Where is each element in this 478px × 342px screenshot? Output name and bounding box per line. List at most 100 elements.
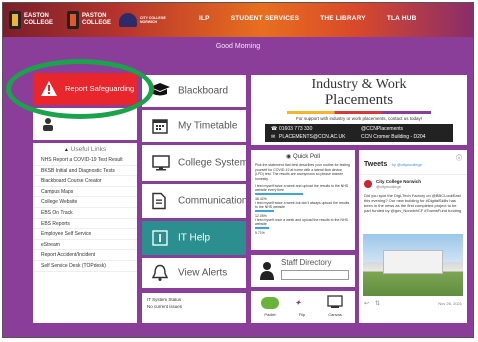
- timetable-label: My Timetable: [178, 120, 238, 132]
- reply-icon[interactable]: ↩: [364, 300, 369, 307]
- blackboard-icon: [150, 83, 170, 96]
- poll-bar: [255, 193, 303, 195]
- timetable-tile[interactable]: My Timetable: [142, 110, 246, 142]
- placements-phone: 01603 773 330: [279, 126, 313, 132]
- poll-option[interactable]: I test myself twice a week and upload th…: [255, 184, 351, 192]
- it-system-status-tile: IT System Status No current issues: [142, 293, 246, 323]
- poll-option[interactable]: I test myself twice a week but don't alw…: [255, 201, 351, 209]
- college-systems-label: College Systems: [178, 157, 246, 169]
- useful-link-item[interactable]: BKSB Initial and Diagnostic Tests: [33, 166, 137, 177]
- portal-window: EASTON COLLEGE PASTON COLLEGE CITY COLLE…: [2, 2, 474, 338]
- quick-poll-title: Quick Poll: [292, 154, 320, 160]
- city-college-logo[interactable]: CITY COLLEGE NORWICH: [119, 9, 168, 31]
- status-text: No current issues: [147, 304, 183, 309]
- blackboard-tile[interactable]: Blackboard: [142, 75, 246, 107]
- staff-directory-tile[interactable]: Staff Directory: [251, 255, 355, 287]
- logo-text: CITY COLLEGE NORWICH: [140, 16, 166, 24]
- people-icon: [43, 118, 53, 131]
- header-bar: EASTON COLLEGE PASTON COLLEGE CITY COLLE…: [3, 3, 473, 37]
- person-icon: [260, 262, 274, 280]
- nav-ilp[interactable]: ILP: [199, 15, 210, 22]
- poll-options: I test myself twice a week and upload th…: [251, 184, 355, 235]
- city-logo-icon: [119, 13, 137, 27]
- college-systems-tile[interactable]: College Systems: [142, 145, 246, 181]
- useful-link-item[interactable]: Blackboard Course Creator: [33, 176, 137, 187]
- placements-banner[interactable]: Industry & Work Placements For support w…: [251, 75, 467, 145]
- bell-icon: [152, 264, 168, 281]
- useful-link-item[interactable]: Self Service Desk (TOPdesk): [33, 261, 137, 272]
- staff-directory-label: Staff Directory: [281, 258, 332, 267]
- placements-location: CCN Cromer Building - D204: [361, 134, 426, 140]
- monitor-icon: [152, 155, 170, 171]
- info-icon[interactable]: ⓘ: [456, 153, 462, 162]
- poll-percent: 9.71%: [255, 231, 265, 235]
- report-safeguarding-tile[interactable]: Report Safeguarding: [33, 73, 137, 105]
- it-help-icon: [152, 230, 168, 246]
- cursor-icon: ▲: [63, 147, 69, 153]
- placements-tagline: For support with industry or work placem…: [295, 116, 423, 121]
- padlet-icon[interactable]: [261, 297, 279, 309]
- paston-logo-icon: [67, 11, 79, 29]
- useful-links-header: ▲ Useful Links: [33, 143, 137, 155]
- useful-links-list: NHS Report a COVID-19 Test Result BKSB In…: [33, 155, 137, 272]
- useful-link-item[interactable]: Report Accident/Incident: [33, 250, 137, 261]
- flip-icon[interactable]: ✦: [295, 299, 301, 307]
- main-nav: ILP STUDENT SERVICES THE LIBRARY TLA HUB: [199, 15, 417, 22]
- communications-tile[interactable]: Communications: [142, 184, 246, 218]
- placements-title-1: Industry & Work: [311, 77, 407, 92]
- useful-link-item[interactable]: EBS Reports: [33, 219, 137, 230]
- placements-twitter[interactable]: @CCNPlacements: [361, 126, 403, 132]
- useful-link-item[interactable]: Campus Maps: [33, 187, 137, 198]
- useful-link-item[interactable]: College Website: [33, 197, 137, 208]
- tweet-date: Nov 26, 2021: [438, 301, 462, 306]
- poll-bar: [255, 227, 270, 229]
- placements-contact-bar: ☎ 01603 773 330 ✉ PLACEMENTS@CCN.AC.UK @…: [265, 124, 453, 142]
- warning-icon: [41, 81, 57, 96]
- easton-logo-icon: [9, 11, 21, 29]
- communications-label: Communications: [178, 195, 246, 207]
- padlet-label: Padlet: [264, 312, 276, 317]
- placements-title-2: Placements: [324, 92, 394, 108]
- retweet-icon[interactable]: ⇅: [375, 300, 380, 307]
- useful-link-item[interactable]: NHS Report a COVID-19 Test Result: [33, 155, 137, 166]
- calendar-icon: [152, 119, 168, 134]
- poll-question: Pick the statement that best describes y…: [255, 163, 350, 181]
- canvas-icon[interactable]: [327, 295, 343, 309]
- staff-search-input[interactable]: [281, 270, 349, 280]
- poll-icon: ◉: [286, 154, 292, 160]
- apps-tile: Padlet ✦ Flip Canvas: [251, 291, 355, 323]
- useful-link-item[interactable]: EBS On Track: [33, 208, 137, 219]
- it-help-tile[interactable]: IT Help: [142, 221, 246, 255]
- placements-email[interactable]: PLACEMENTS@CCN.AC.UK: [279, 134, 345, 140]
- view-alerts-label: View Alerts: [178, 267, 228, 279]
- nav-the-library[interactable]: THE LIBRARY: [320, 15, 366, 22]
- tweets-panel: Tweets by @cityncollege ⓘ City College N…: [359, 150, 467, 323]
- useful-links-title: Useful Links: [70, 146, 107, 153]
- paston-college-logo[interactable]: PASTON COLLEGE: [67, 9, 112, 31]
- greeting: Good Morning: [215, 43, 261, 50]
- poll-option[interactable]: I test myself once a week and upload the…: [255, 218, 351, 226]
- status-title: IT System Status: [147, 297, 182, 302]
- phone-icon: ☎: [271, 126, 278, 132]
- nav-tla-hub[interactable]: TLA HUB: [387, 15, 417, 22]
- tweets-title: Tweets: [364, 161, 388, 168]
- avatar: [364, 180, 372, 188]
- nav-student-services[interactable]: STUDENT SERVICES: [231, 15, 299, 22]
- mail-icon: ✉: [271, 134, 276, 140]
- tweet-item[interactable]: City College Norwich @cityncollege Did y…: [359, 175, 467, 213]
- tweets-by[interactable]: by @cityncollege: [392, 162, 422, 167]
- report-safeguarding-label: Report Safeguarding: [65, 84, 135, 93]
- useful-link-item[interactable]: Employee Self Service: [33, 229, 137, 240]
- logo-text: PASTON COLLEGE: [82, 13, 112, 26]
- tweet-image[interactable]: [363, 234, 463, 296]
- safeguarding-sub-tile[interactable]: [33, 108, 137, 140]
- useful-links-panel: ▲ Useful Links NHS Report a COVID-19 Tes…: [33, 143, 137, 323]
- logo-text: EASTON COLLEGE: [24, 13, 54, 26]
- it-help-label: IT Help: [178, 232, 211, 244]
- tweet-handle: @cityncollege: [376, 184, 401, 189]
- view-alerts-tile[interactable]: View Alerts: [142, 258, 246, 288]
- poll-bar: [255, 210, 275, 212]
- blackboard-label: Blackboard: [178, 85, 229, 97]
- easton-college-logo[interactable]: EASTON COLLEGE: [9, 9, 54, 31]
- useful-link-item[interactable]: eStream: [33, 240, 137, 251]
